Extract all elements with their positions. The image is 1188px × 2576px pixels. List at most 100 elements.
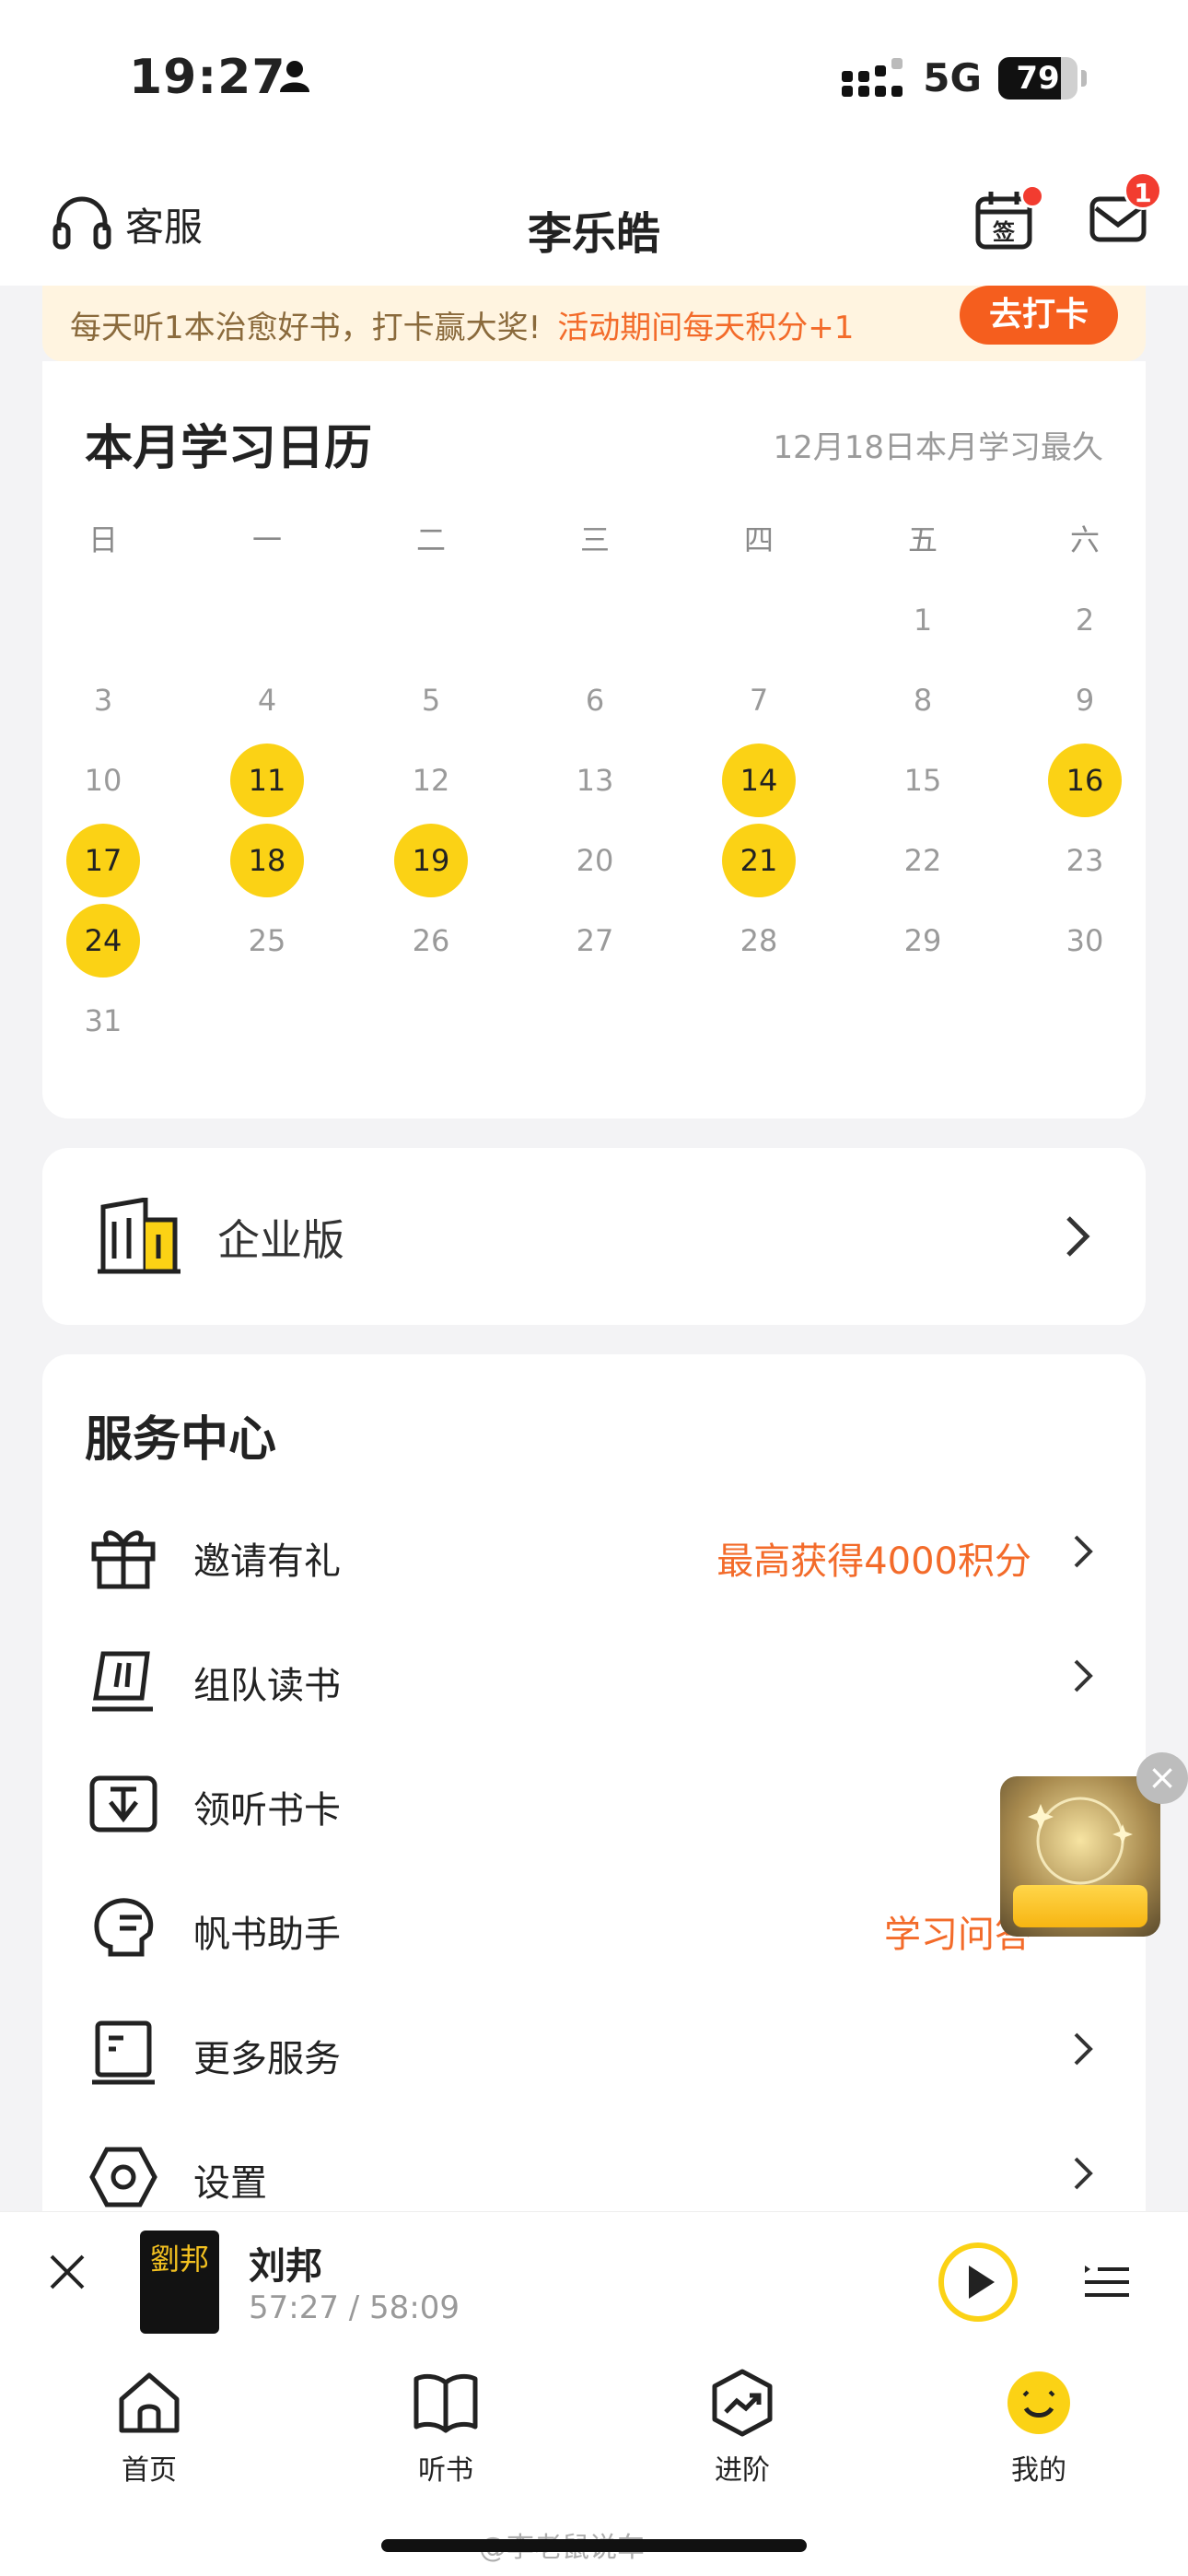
banner-main-text: 每天听1本治愈好书，打卡赢大奖!	[70, 310, 542, 346]
calendar-day[interactable]: 31	[66, 984, 140, 1058]
calendar-day[interactable]: 28	[722, 904, 796, 978]
service-label: 帆书助手	[193, 1914, 341, 1956]
battery-tip	[1081, 69, 1087, 87]
service-item-more[interactable]: 更多服务	[42, 1988, 1146, 2113]
mini-player: 劉邦 刘邦 57:27 / 58:09	[0, 2211, 1188, 2349]
calendar-day[interactable]: 20	[558, 824, 632, 897]
player-title[interactable]: 刘邦	[249, 2236, 322, 2289]
status-right: 5G 79	[842, 55, 1087, 100]
calendar-note: 12月18日本月学习最久	[773, 429, 1103, 466]
calendar-weekday: 三	[579, 522, 610, 557]
checkin-button[interactable]: 签	[973, 184, 1044, 252]
tab-home[interactable]: 首页	[76, 2368, 223, 2488]
growth-icon	[712, 2369, 773, 2437]
calendar-day[interactable]: 8	[886, 663, 960, 737]
service-center-title: 服务中心	[85, 1412, 277, 1468]
tab-bar: 首页 听书 进阶 我的 @李老鼠说车	[0, 2349, 1188, 2576]
calendar-day[interactable]: 6	[558, 663, 632, 737]
tab-label: 首页	[122, 2454, 177, 2487]
messages-button[interactable]: 1	[1089, 171, 1162, 254]
calendar-day[interactable]: 5	[394, 663, 468, 737]
service-item-book-card[interactable]: 领听书卡	[42, 1739, 1146, 1864]
calendar-weekday-row: 日一二三四五六	[42, 503, 1146, 583]
calendar-weekday: 五	[907, 522, 938, 557]
calendar-grid: 日一二三四五六 1 2 3 4 5 6 7 8 9 10 11 12 13 14 15 16 17 18 19 20 21…	[42, 503, 1146, 1064]
service-label: 领听书卡	[193, 1789, 341, 1832]
calendar-day[interactable]: 3	[66, 663, 140, 737]
playlist-icon[interactable]	[1081, 2256, 1133, 2308]
calendar-day[interactable]: 26	[394, 904, 468, 978]
battery-icon: 79	[998, 56, 1077, 100]
tab-mine[interactable]: 我的	[965, 2368, 1112, 2488]
enterprise-row[interactable]: 企业版	[42, 1148, 1146, 1325]
status-time: 19:27	[129, 50, 286, 105]
book-open-icon	[413, 2373, 478, 2433]
calendar-day-studied[interactable]: 14	[722, 744, 796, 817]
flag-icon	[92, 1651, 153, 1712]
calendar-day[interactable]: 22	[886, 824, 960, 897]
calendar-week-row: 31	[42, 984, 1146, 1064]
calendar-week-row: 24 25 26 27 28 29 30	[42, 904, 1146, 984]
floating-close-button[interactable]: ×	[1136, 1752, 1188, 1804]
assistant-icon	[94, 1898, 154, 1957]
calendar-day[interactable]: 12	[394, 744, 468, 817]
calendar-day-studied[interactable]: 19	[394, 824, 468, 897]
gift-icon	[91, 1530, 156, 1589]
calendar-day[interactable]: 2	[1048, 583, 1122, 657]
calendar-weekday: 日	[87, 522, 118, 557]
book-cover[interactable]: 劉邦	[140, 2231, 219, 2334]
calendar-day[interactable]: 13	[558, 744, 632, 817]
calendar-weekday: 四	[743, 522, 774, 557]
service-label: 设置	[193, 2162, 267, 2205]
tab-label: 进阶	[715, 2454, 770, 2487]
tab-label: 我的	[1011, 2454, 1066, 2487]
floating-promo-widget[interactable]	[1000, 1776, 1160, 1937]
play-button[interactable]	[936, 2240, 1020, 2324]
calendar-day-studied[interactable]: 18	[230, 824, 304, 897]
building-icon	[98, 1198, 181, 1274]
tab-listen[interactable]: 听书	[372, 2368, 519, 2488]
close-icon[interactable]	[46, 2251, 88, 2293]
service-item-team-reading[interactable]: 组队读书	[42, 1615, 1146, 1739]
calendar-day-studied[interactable]: 11	[230, 744, 304, 817]
calendar-day[interactable]: 4	[230, 663, 304, 737]
calendar-day-studied[interactable]: 24	[66, 904, 140, 978]
service-extra: 最高获得4000积分	[716, 1540, 1031, 1583]
mail-badge: 1	[1124, 171, 1162, 210]
calendar-week-row: 10 11 12 13 14 15 16	[42, 744, 1146, 824]
calendar-day-studied[interactable]: 21	[722, 824, 796, 897]
banner-text: 每天听1本治愈好书，打卡赢大奖! 活动期间每天积分+1	[70, 302, 854, 347]
home-indicator[interactable]	[381, 2539, 807, 2552]
signal-icon	[842, 57, 903, 97]
home-icon	[119, 2372, 180, 2433]
calendar-weekday: 二	[415, 522, 446, 557]
calendar-day[interactable]: 10	[66, 744, 140, 817]
network-label: 5G	[923, 55, 982, 100]
service-label: 更多服务	[193, 2038, 341, 2080]
calendar-day[interactable]: 15	[886, 744, 960, 817]
chevron-right-icon	[1074, 1535, 1093, 1568]
service-label: 邀请有礼	[193, 1540, 341, 1583]
calendar-day-studied[interactable]: 16	[1048, 744, 1122, 817]
banner-highlight: 活动期间每天积分+1	[557, 310, 855, 346]
calendar-day[interactable]: 9	[1048, 663, 1122, 737]
player-time: 57:27 / 58:09	[249, 2289, 460, 2326]
calendar-day[interactable]: 27	[558, 904, 632, 978]
calendar-day[interactable]: 7	[722, 663, 796, 737]
checkin-glyph: 签	[992, 219, 1016, 245]
service-item-invite[interactable]: 邀请有礼 最高获得4000积分	[42, 1491, 1146, 1615]
calendar-day[interactable]: 25	[230, 904, 304, 978]
calendar-day[interactable]: 1	[886, 583, 960, 657]
service-center-card: 服务中心 邀请有礼 最高获得4000积分 组队读书 领听书卡 帆书助手 学习问答…	[42, 1354, 1146, 2276]
checkin-red-dot	[1020, 184, 1044, 208]
chevron-right-icon	[1066, 1216, 1090, 1257]
calendar-day-studied[interactable]: 17	[66, 824, 140, 897]
tab-advance[interactable]: 进阶	[669, 2368, 816, 2488]
calendar-day[interactable]: 29	[886, 904, 960, 978]
book-icon	[92, 2020, 155, 2085]
service-item-assistant[interactable]: 帆书助手 学习问答	[42, 1864, 1146, 1988]
calendar-day[interactable]: 30	[1048, 904, 1122, 978]
study-calendar-card: 本月学习日历 12月18日本月学习最久 日一二三四五六 1 2 3 4 5 6 7 8 9 10 11…	[42, 361, 1146, 1118]
calendar-day[interactable]: 23	[1048, 824, 1122, 897]
go-checkin-button[interactable]: 去打卡	[960, 286, 1118, 345]
